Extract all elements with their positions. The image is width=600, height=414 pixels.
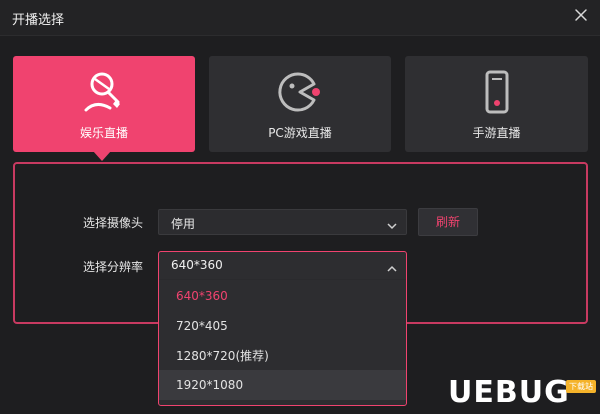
card-label: PC游戏直播 (268, 126, 332, 140)
resolution-label: 选择分辨率 (83, 260, 144, 274)
card-pc-game-live[interactable]: PC游戏直播 (209, 56, 391, 152)
resolution-option[interactable]: 720*405 (159, 311, 406, 341)
watermark-tag: 下载站 (566, 380, 596, 393)
pacman-icon (276, 70, 324, 114)
live-mic-icon (80, 70, 128, 114)
card-label: 娱乐直播 (79, 126, 128, 140)
titlebar: 开播选择 (0, 0, 600, 36)
camera-select-value: 停用 (171, 217, 196, 231)
chevron-up-icon (386, 260, 398, 272)
camera-label: 选择摄像头 (83, 216, 144, 230)
card-label: 手游直播 (472, 126, 521, 140)
close-icon[interactable] (570, 4, 592, 26)
refresh-button[interactable]: 刷新 (418, 208, 478, 236)
resolution-select[interactable]: 640*360 (159, 252, 406, 280)
resolution-option[interactable]: 1920*1080 (159, 370, 406, 400)
watermark-logo: UEBUG 下载站 (448, 375, 598, 411)
watermark-text: UEBUG (448, 375, 570, 410)
chevron-down-icon (386, 217, 398, 230)
camera-select[interactable]: 停用 (158, 209, 407, 235)
active-card-pointer (93, 151, 111, 161)
window-title: 开播选择 (12, 13, 65, 28)
card-mobile-game-live[interactable]: 手游直播 (405, 56, 588, 152)
resolution-select-value: 640*360 (171, 258, 223, 272)
resolution-option[interactable]: 640*360 (159, 281, 406, 311)
phone-icon (473, 70, 521, 114)
resolution-option[interactable]: 1280*720(推荐) (159, 341, 406, 371)
card-entertainment-live[interactable]: 娱乐直播 (13, 56, 195, 152)
resolution-dropdown[interactable]: 640*360 640*360 720*405 1280*720(推荐) 192… (158, 251, 407, 406)
